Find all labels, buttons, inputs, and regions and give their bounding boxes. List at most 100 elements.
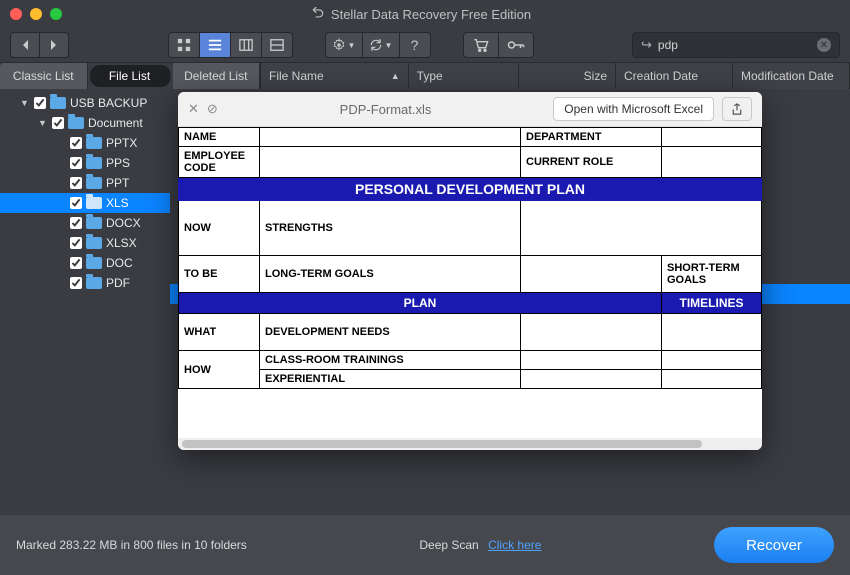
tab-deleted-list[interactable]: Deleted List (173, 63, 261, 89)
cell-how: HOW (179, 351, 260, 389)
tree-check[interactable] (70, 217, 82, 229)
list-view-button[interactable] (200, 32, 231, 58)
tab-file-list[interactable]: File List (90, 65, 171, 87)
tree-row-ppt[interactable]: PPT (0, 173, 170, 193)
deep-scan-link[interactable]: Click here (488, 538, 541, 552)
preview-title: PDP-Format.xls (226, 102, 545, 117)
cell-plan-head: PLAN (179, 293, 662, 314)
tree-row-document[interactable]: ▼Document (0, 113, 170, 133)
tree-label: PDF (106, 276, 130, 290)
tree-label: DOC (106, 256, 133, 270)
preview-body: NAME DEPARTMENT EMPLOYEE CODE CURRENT RO… (178, 127, 762, 438)
tree-label: PPS (106, 156, 130, 170)
tree-label: Document (88, 116, 143, 130)
tree-check[interactable] (70, 257, 82, 269)
cell-what: WHAT (179, 314, 260, 351)
close-icon[interactable] (10, 8, 22, 20)
recover-button[interactable]: Recover (714, 527, 834, 563)
settings-button[interactable]: ▼ (325, 32, 363, 58)
tree-row-doc[interactable]: DOC (0, 253, 170, 273)
deep-scan-label: Deep Scan (419, 538, 478, 552)
nav-buttons (10, 32, 69, 58)
share-button[interactable] (722, 97, 752, 121)
tree-check[interactable] (70, 277, 82, 289)
tree-check[interactable] (70, 157, 82, 169)
cell-classroom-value (521, 351, 662, 370)
column-view-button[interactable] (231, 32, 262, 58)
cell-classroom: CLASS-ROOM TRAININGS (260, 351, 521, 370)
forward-button[interactable] (40, 32, 69, 58)
cart-button[interactable] (463, 32, 499, 58)
cell-experiential: EXPERIENTIAL (260, 370, 521, 389)
tree-row-pptx[interactable]: PPTX (0, 133, 170, 153)
col-modification-date[interactable]: Modification Date (733, 63, 850, 89)
col-type[interactable]: Type (409, 63, 519, 89)
preview-scroll-thumb[interactable] (182, 440, 702, 448)
col-creation-date[interactable]: Creation Date (616, 63, 733, 89)
tree-check[interactable] (70, 137, 82, 149)
status-mid: Deep Scan Click here (247, 538, 714, 552)
search-field[interactable]: ↪ ✕ (632, 32, 840, 58)
search-input[interactable] (656, 37, 817, 53)
key-button[interactable] (499, 32, 534, 58)
sort-asc-icon: ▲ (391, 71, 400, 81)
cell-devneeds-timeline (662, 314, 762, 351)
help-button[interactable]: ? (400, 32, 431, 58)
clear-search-button[interactable]: ✕ (817, 38, 831, 52)
cell-dept-value (662, 128, 762, 147)
folder-icon (86, 217, 102, 229)
cell-exp-timeline (662, 370, 762, 389)
cell-tobe: TO BE (179, 256, 260, 293)
cell-dept-label: DEPARTMENT (521, 128, 662, 147)
tree-label: PPT (106, 176, 129, 190)
refresh-button[interactable]: ▼ (363, 32, 400, 58)
preview-scrollbar[interactable] (178, 438, 762, 450)
preview-close-icon[interactable]: ✕ (188, 101, 199, 117)
cell-empcode-label: EMPLOYEE CODE (179, 147, 260, 178)
cell-exp-value (521, 370, 662, 389)
cell-devneeds: DEVELOPMENT NEEDS (260, 314, 521, 351)
cell-name-label: NAME (179, 128, 260, 147)
open-with-button[interactable]: Open with Microsoft Excel (553, 97, 714, 121)
tree-label: XLS (106, 196, 129, 210)
window-title: Stellar Data Recovery Free Edition (62, 7, 780, 22)
tree-check[interactable] (34, 97, 46, 109)
column-headers: File Name▲ Type Size Creation Date Modif… (260, 63, 850, 89)
minimize-icon[interactable] (30, 8, 42, 20)
maximize-icon[interactable] (50, 8, 62, 20)
tree-check[interactable] (52, 117, 64, 129)
tree-check[interactable] (70, 197, 82, 209)
statusbar: Marked 283.22 MB in 800 files in 10 fold… (0, 515, 850, 575)
grid-view-button[interactable] (168, 32, 200, 58)
tree-row-pps[interactable]: PPS (0, 153, 170, 173)
preview-stop-icon[interactable]: ⊘ (207, 101, 218, 117)
tree-row-docx[interactable]: DOCX (0, 213, 170, 233)
col-size[interactable]: Size (519, 63, 616, 89)
tree-row-pdf[interactable]: PDF (0, 273, 170, 293)
folder-icon (68, 117, 84, 129)
folder-icon (86, 237, 102, 249)
col-filename[interactable]: File Name▲ (261, 63, 409, 89)
folder-icon (86, 277, 102, 289)
tools-seg (463, 32, 534, 58)
status-marked: Marked 283.22 MB in 800 files in 10 fold… (16, 538, 247, 552)
folder-icon (86, 197, 102, 209)
action-seg: ▼ ▼ ? (325, 32, 431, 58)
tree-row-root[interactable]: ▼USB BACKUP (0, 93, 170, 113)
tree-label: XLSX (106, 236, 137, 250)
cell-strengths: STRENGTHS (260, 201, 521, 256)
back-button[interactable] (10, 32, 40, 58)
cell-strengths-value (521, 201, 762, 256)
titlebar: Stellar Data Recovery Free Edition (0, 0, 850, 28)
tree-check[interactable] (70, 177, 82, 189)
cell-ltgoals-value (521, 256, 662, 293)
coverflow-view-button[interactable] (262, 32, 293, 58)
tree-row-xlsx[interactable]: XLSX (0, 233, 170, 253)
folder-icon (50, 97, 66, 109)
folder-icon (86, 137, 102, 149)
undo-icon (311, 7, 325, 21)
tree-check[interactable] (70, 237, 82, 249)
cell-name-value (260, 128, 521, 147)
tab-classic-list[interactable]: Classic List (0, 63, 88, 89)
tree-row-xls[interactable]: XLS (0, 193, 170, 213)
